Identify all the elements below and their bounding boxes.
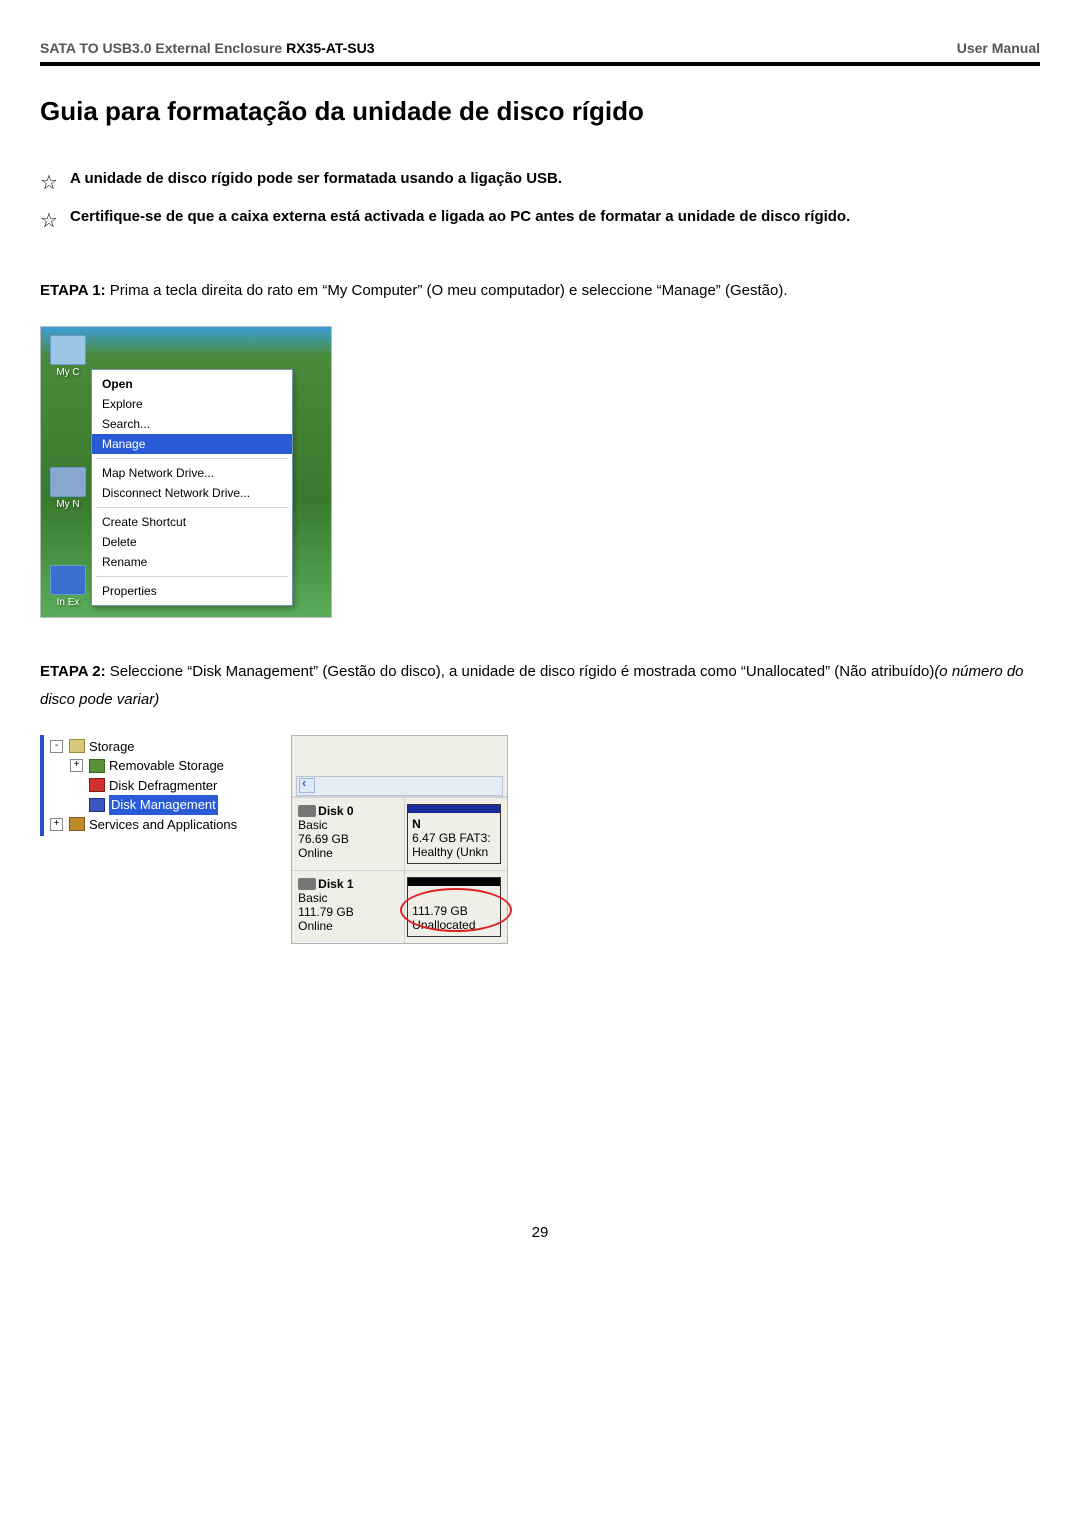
star-icon: ☆: [40, 205, 62, 237]
partition-size: 111.79 GB: [412, 904, 496, 918]
partition-header: [408, 878, 500, 886]
partition-size: 6.47 GB FAT3:: [412, 831, 496, 845]
step-2: ETAPA 2: Seleccione “Disk Management” (G…: [40, 658, 1040, 715]
note-1-text: A unidade de disco rígido pode ser forma…: [70, 167, 562, 191]
context-menu-item-rename[interactable]: Rename: [92, 552, 292, 572]
disk-type: Basic: [298, 891, 398, 905]
tree-label: Disk Management: [109, 795, 218, 815]
tree-node-removable[interactable]: + Removable Storage: [70, 756, 237, 776]
step-1-label: ETAPA 1:: [40, 282, 106, 299]
disk-manager-panel: Disk 0 Basic 76.69 GB Online N 6.47 GB F…: [291, 735, 508, 944]
ie-icon: [50, 565, 86, 595]
desktop-icon-ie[interactable]: In Ex: [47, 565, 89, 608]
note-2: ☆ Certifique-se de que a caixa externa e…: [40, 205, 1040, 237]
disk-status: Online: [298, 846, 398, 860]
icon-label: In Ex: [47, 597, 89, 608]
tree-node-defrag[interactable]: Disk Defragmenter: [70, 776, 237, 796]
disk-name: Disk 1: [318, 877, 353, 891]
disk-1-info: Disk 1 Basic 111.79 GB Online: [292, 871, 405, 943]
partition-state: Unallocated: [412, 918, 496, 932]
context-menu-item-manage[interactable]: Manage: [92, 434, 292, 454]
tree-node-storage[interactable]: - Storage: [50, 737, 237, 757]
tree-node-disk-mgmt[interactable]: Disk Management: [70, 795, 237, 815]
expand-icon[interactable]: +: [70, 759, 83, 772]
note-2-text: Certifique-se de que a caixa externa est…: [70, 205, 850, 229]
step-2-text: Seleccione “Disk Management” (Gestão do …: [106, 663, 935, 680]
header-row: SATA TO USB3.0 External Enclosure RX35-A…: [40, 40, 1040, 56]
disk-icon: [298, 878, 316, 890]
step-2-label: ETAPA 2:: [40, 663, 106, 680]
defrag-icon: [89, 778, 105, 792]
disk-icon: [298, 805, 316, 817]
page-title: Guia para formatação da unidade de disco…: [40, 96, 1040, 127]
partition-header: [408, 805, 500, 813]
context-menu-item-disconnect-network[interactable]: Disconnect Network Drive...: [92, 483, 292, 503]
page-number: 29: [40, 1224, 1040, 1241]
collapse-icon[interactable]: -: [50, 740, 63, 753]
star-icon: ☆: [40, 167, 62, 199]
disk-size: 76.69 GB: [298, 832, 398, 846]
tree-label: Services and Applications: [89, 815, 237, 835]
volume-list-area: [292, 736, 507, 797]
disk-mgmt-icon: [89, 798, 105, 812]
icon-label: My N: [47, 499, 89, 510]
product-name: SATA TO USB3.0 External Enclosure: [40, 40, 282, 56]
product-model: RX35-AT-SU3: [286, 40, 374, 56]
step-1: ETAPA 1: Prima a tecla direita do rato e…: [40, 277, 1040, 306]
note-1: ☆ A unidade de disco rígido pode ser for…: [40, 167, 1040, 199]
partition-state: Healthy (Unkn: [412, 845, 496, 859]
folder-icon: [69, 739, 85, 753]
disk-1-partition[interactable]: 111.79 GB Unallocated: [407, 877, 501, 937]
icon-label: My C: [47, 367, 89, 378]
disk-row-1: Disk 1 Basic 111.79 GB Online 111.79 GB …: [292, 870, 507, 943]
network-icon: [50, 467, 86, 497]
figure-2-disk-management: - Storage + Removable Storage Disk Defragm…: [40, 735, 1040, 944]
figure-1-context-menu: My C My N In Ex Open Explore Search... M…: [40, 326, 332, 618]
context-menu-item-explore[interactable]: Explore: [92, 394, 292, 414]
step-1-text: Prima a tecla direita do rato em “My Com…: [106, 282, 788, 299]
context-menu-item-search[interactable]: Search...: [92, 414, 292, 434]
product-line: SATA TO USB3.0 External Enclosure RX35-A…: [40, 40, 375, 56]
context-menu: Open Explore Search... Manage Map Networ…: [91, 369, 293, 606]
tree-node-services[interactable]: + Services and Applications: [50, 815, 237, 835]
disk-type: Basic: [298, 818, 398, 832]
disk-row-0: Disk 0 Basic 76.69 GB Online N 6.47 GB F…: [292, 797, 507, 870]
context-menu-item-open[interactable]: Open: [92, 374, 292, 394]
tree-label: Removable Storage: [109, 756, 224, 776]
tree-label: Storage: [89, 737, 135, 757]
disk-0-partition[interactable]: N 6.47 GB FAT3: Healthy (Unkn: [407, 804, 501, 864]
desktop-icon-my-computer[interactable]: My C: [47, 335, 89, 378]
doc-type: User Manual: [957, 40, 1040, 56]
context-menu-item-map-network[interactable]: Map Network Drive...: [92, 463, 292, 483]
removable-icon: [89, 759, 105, 773]
disk-0-info: Disk 0 Basic 76.69 GB Online: [292, 798, 405, 870]
context-menu-item-delete[interactable]: Delete: [92, 532, 292, 552]
services-icon: [69, 817, 85, 831]
monitor-icon: [50, 335, 86, 365]
horizontal-scrollbar[interactable]: [296, 776, 503, 796]
desktop-icon-my-network[interactable]: My N: [47, 467, 89, 510]
tree-label: Disk Defragmenter: [109, 776, 217, 796]
expand-icon[interactable]: +: [50, 818, 63, 831]
disk-status: Online: [298, 919, 398, 933]
disk-name: Disk 0: [318, 804, 353, 818]
mgmt-tree: - Storage + Removable Storage Disk Defragm…: [40, 735, 241, 837]
header-rule: [40, 62, 1040, 66]
disk-size: 111.79 GB: [298, 905, 398, 919]
context-menu-item-create-shortcut[interactable]: Create Shortcut: [92, 512, 292, 532]
context-menu-item-properties[interactable]: Properties: [92, 581, 292, 601]
partition-letter: N: [412, 817, 496, 831]
